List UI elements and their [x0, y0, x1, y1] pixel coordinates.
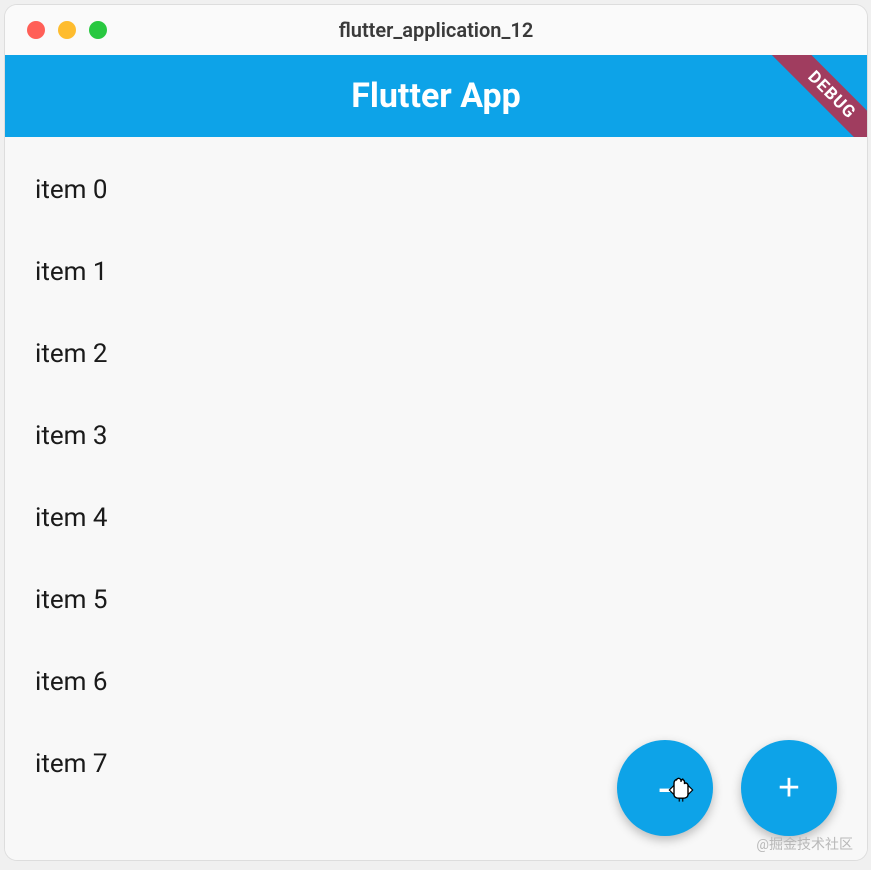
list-item[interactable]: item 0	[5, 149, 867, 231]
maximize-button[interactable]	[89, 21, 107, 39]
close-button[interactable]	[27, 21, 45, 39]
plus-icon: +	[778, 767, 800, 810]
decrement-button[interactable]: -	[617, 740, 713, 836]
list-item[interactable]: item 2	[5, 313, 867, 395]
traffic-lights	[5, 21, 107, 39]
appbar: Flutter App DEBUG	[5, 55, 867, 137]
list-item[interactable]: item 6	[5, 641, 867, 723]
debug-banner: DEBUG	[760, 55, 867, 137]
list-item[interactable]: item 1	[5, 231, 867, 313]
appbar-title: Flutter App	[351, 76, 521, 116]
fab-container: - +	[617, 740, 837, 836]
app-window: flutter_application_12 Flutter App DEBUG…	[5, 5, 867, 860]
watermark: @掘金技术社区	[756, 834, 853, 854]
increment-button[interactable]: +	[741, 740, 837, 836]
list-item[interactable]: item 5	[5, 559, 867, 641]
minimize-button[interactable]	[58, 21, 76, 39]
list-item[interactable]: item 3	[5, 395, 867, 477]
window-title: flutter_application_12	[339, 18, 534, 42]
list-item[interactable]: item 4	[5, 477, 867, 559]
titlebar: flutter_application_12	[5, 5, 867, 55]
minus-icon: -	[658, 766, 673, 810]
